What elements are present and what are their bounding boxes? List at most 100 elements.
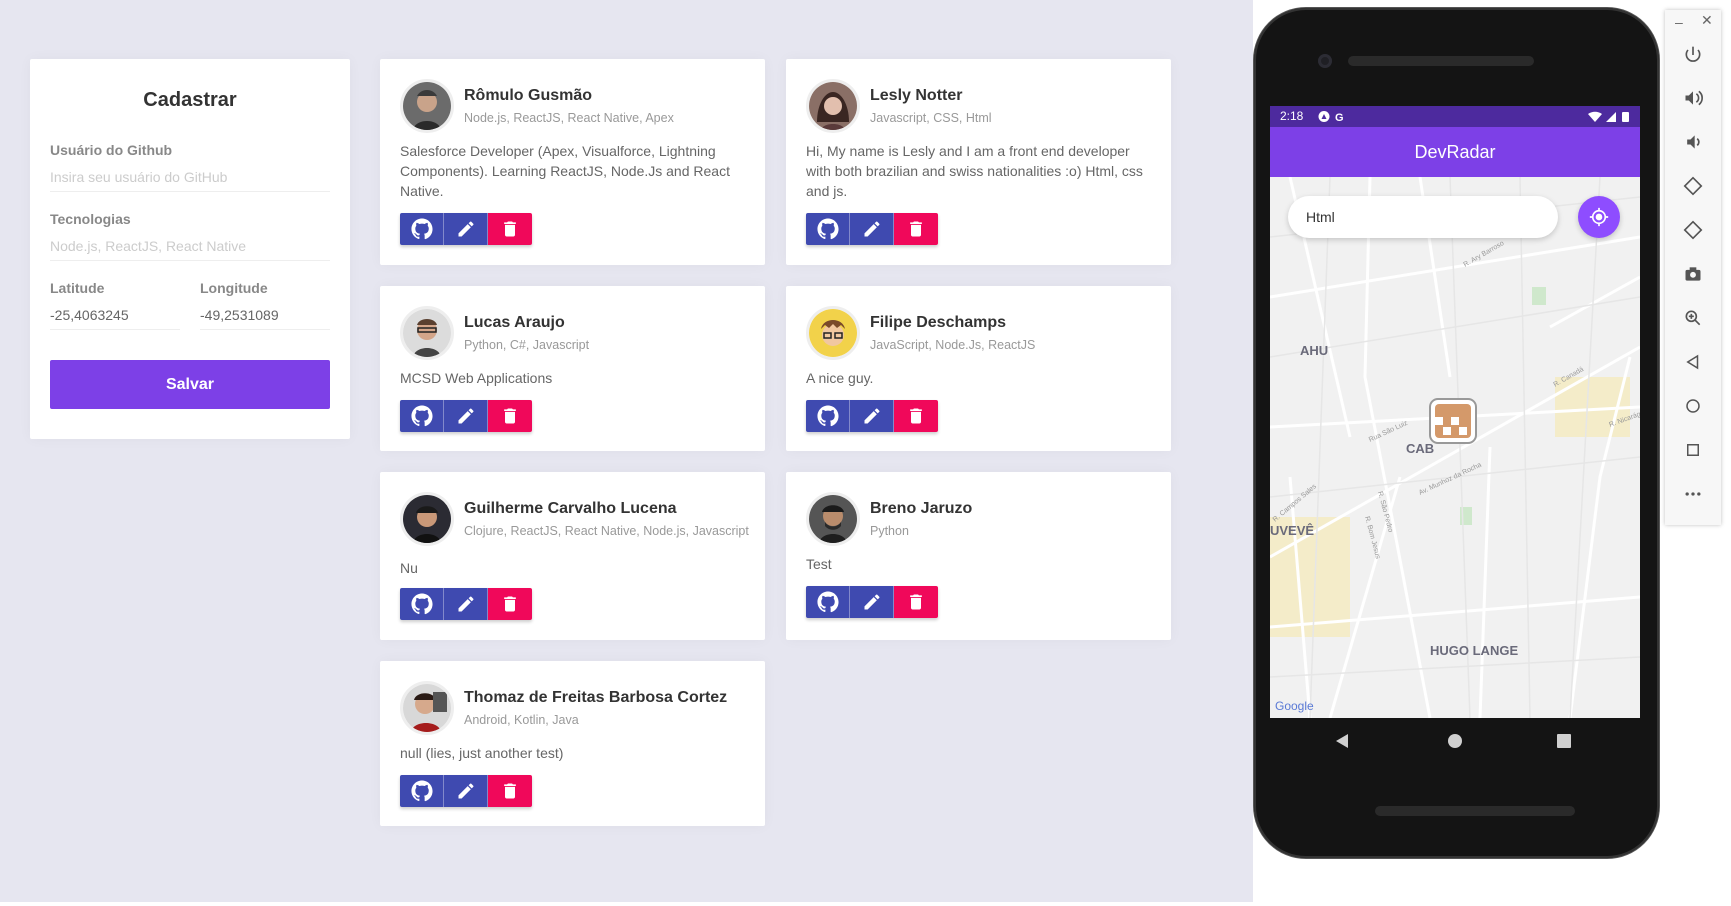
camera-icon[interactable] — [1678, 259, 1708, 289]
trash-icon[interactable] — [488, 588, 532, 620]
github-username-field: Usuário do Github — [50, 142, 330, 192]
dev-card: Lesly Notter Javascript, CSS, Html Hi, M… — [786, 59, 1171, 265]
dev-name: Filipe Deschamps — [870, 314, 1007, 331]
rotate-right-icon[interactable] — [1678, 215, 1708, 245]
map-label-hugo-lange: HUGO LANGE — [1430, 643, 1518, 658]
zoom-icon[interactable] — [1678, 303, 1708, 333]
dev-techs: JavaScript, Node.Js, ReactJS — [870, 338, 1036, 352]
longitude-label: Longitude — [200, 280, 268, 296]
github-icon[interactable] — [400, 213, 444, 245]
techs-label: Tecnologias — [50, 211, 131, 227]
app-title: DevRadar — [1414, 142, 1496, 162]
pencil-icon[interactable] — [850, 586, 894, 618]
avatar — [400, 492, 454, 546]
dev-techs: Node.js, ReactJS, React Native, Apex — [464, 111, 674, 125]
dev-card: Rômulo Gusmão Node.js, ReactJS, React Na… — [380, 59, 765, 265]
techs-input[interactable] — [50, 231, 330, 261]
back-nav-icon[interactable] — [1336, 734, 1348, 748]
github-icon[interactable] — [400, 588, 444, 620]
locate-button[interactable] — [1578, 196, 1620, 238]
pencil-icon[interactable] — [444, 588, 488, 620]
camera-icon — [1318, 54, 1332, 68]
system-status-icons — [1588, 111, 1629, 122]
back-icon[interactable] — [1678, 347, 1708, 377]
dev-bio: MCSD Web Applications — [400, 370, 553, 386]
dev-name: Lesly Notter — [870, 87, 963, 104]
dev-name: Rômulo Gusmão — [464, 87, 593, 104]
svg-text:G: G — [1335, 112, 1344, 123]
save-button[interactable]: Salvar — [50, 360, 330, 409]
status-bar: 2:18 G — [1270, 106, 1640, 127]
home-icon[interactable] — [1678, 391, 1708, 421]
phone-screen: 2:18 G DevRadar AHU CAB UVEVÊ HUGO LANGE… — [1270, 106, 1640, 718]
recents-nav-icon[interactable] — [1557, 734, 1571, 748]
dev-name: Lucas Araujo — [464, 314, 565, 331]
dev-techs: Python — [870, 524, 909, 538]
dev-actions — [806, 213, 938, 245]
longitude-input[interactable] — [200, 300, 330, 330]
map-label-ahu: AHU — [1300, 343, 1328, 358]
github-icon[interactable] — [806, 213, 850, 245]
status-time: 2:18 — [1280, 109, 1304, 123]
github-icon[interactable] — [806, 400, 850, 432]
avatar — [400, 79, 454, 133]
overview-icon[interactable] — [1678, 435, 1708, 465]
github-username-input[interactable] — [50, 162, 330, 192]
pencil-icon[interactable] — [444, 775, 488, 807]
phone-speaker — [1348, 56, 1534, 66]
dev-card: Lucas Araujo Python, C#, Javascript MCSD… — [380, 286, 765, 451]
dev-actions — [806, 586, 938, 618]
google-logo: Google — [1275, 699, 1314, 713]
dev-card: Breno Jaruzo Python Test — [786, 472, 1171, 640]
dev-techs: Python, C#, Javascript — [464, 338, 590, 352]
dev-bio: null (lies, just another test) — [400, 745, 564, 761]
volume-down-icon[interactable] — [1678, 127, 1708, 157]
power-icon[interactable] — [1678, 40, 1708, 70]
home-nav-icon[interactable] — [1448, 734, 1462, 748]
close-icon[interactable]: ✕ — [1701, 12, 1713, 29]
trash-icon[interactable] — [488, 400, 532, 432]
more-icon[interactable] — [1678, 479, 1708, 509]
dev-card: Thomaz de Freitas Barbosa Cortez Android… — [380, 661, 765, 826]
avatar — [806, 306, 860, 360]
search-input[interactable] — [1288, 196, 1558, 238]
dev-techs: Android, Kotlin, Java — [464, 713, 579, 727]
map-view[interactable]: AHU CAB UVEVÊ HUGO LANGE R. Ary Barroso … — [1270, 177, 1640, 718]
pencil-icon[interactable] — [444, 213, 488, 245]
dev-actions — [400, 775, 532, 807]
trash-icon[interactable] — [894, 213, 938, 245]
trash-icon[interactable] — [894, 400, 938, 432]
dev-bio: Nu — [400, 560, 418, 576]
volume-up-icon[interactable] — [1678, 83, 1708, 113]
pencil-icon[interactable] — [850, 400, 894, 432]
dev-bio: A nice guy. — [806, 370, 874, 386]
rotate-left-icon[interactable] — [1678, 171, 1708, 201]
trash-icon[interactable] — [488, 213, 532, 245]
github-username-label: Usuário do Github — [50, 142, 173, 158]
dev-name: Thomaz de Freitas Barbosa Cortez — [464, 689, 728, 706]
phone-speaker — [1375, 806, 1575, 816]
trash-icon[interactable] — [894, 586, 938, 618]
github-icon[interactable] — [400, 775, 444, 807]
pencil-icon[interactable] — [850, 213, 894, 245]
dev-bio: Hi, My name is Lesly and I am a front en… — [806, 143, 1143, 199]
dev-card: Filipe Deschamps JavaScript, Node.Js, Re… — [786, 286, 1171, 451]
avatar — [806, 492, 860, 546]
github-icon[interactable] — [806, 586, 850, 618]
latitude-input[interactable] — [50, 300, 180, 330]
trash-icon[interactable] — [488, 775, 532, 807]
map-label-cabral: CAB — [1406, 441, 1434, 456]
latitude-label: Latitude — [50, 280, 105, 296]
map-label-juveve: UVEVÊ — [1270, 523, 1314, 538]
pencil-icon[interactable] — [444, 400, 488, 432]
web-app: Cadastrar Usuário do Github Tecnologias … — [0, 0, 1253, 902]
latitude-field: Latitude — [50, 280, 180, 330]
dev-marker[interactable] — [1429, 398, 1477, 444]
dev-actions — [400, 588, 532, 620]
dev-bio: Salesforce Developer (Apex, Visualforce,… — [400, 143, 730, 199]
github-icon[interactable] — [400, 400, 444, 432]
minimize-icon[interactable]: – — [1675, 14, 1683, 30]
form-title: Cadastrar — [143, 89, 237, 111]
avatar — [806, 79, 860, 133]
register-form: Cadastrar Usuário do Github Tecnologias … — [30, 59, 350, 439]
